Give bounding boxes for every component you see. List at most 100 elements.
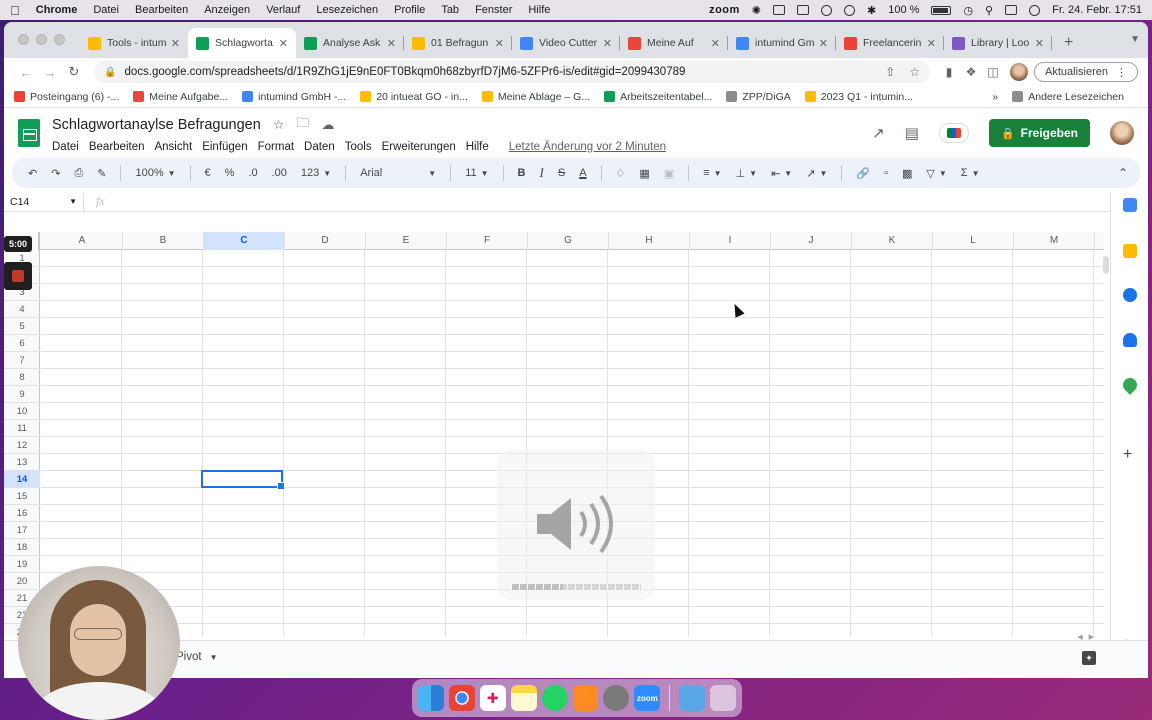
row-header[interactable]: 12 [4, 437, 40, 454]
spotlight-search-icon[interactable]: ⚲ [985, 4, 993, 17]
zoom-status-text[interactable]: zoom [709, 4, 740, 16]
row-header[interactable]: 7 [4, 352, 40, 369]
docmenu-bearbeiten[interactable]: Bearbeiten [89, 141, 145, 153]
column-header[interactable]: J [771, 232, 852, 250]
contacts-icon[interactable] [1123, 333, 1137, 347]
fill-color-icon[interactable]: ♢ [616, 167, 626, 180]
bookmark-item[interactable]: Meine Aufgabe... [133, 91, 228, 103]
menu-tab[interactable]: Tab [441, 4, 459, 16]
column-header[interactable]: A [42, 232, 123, 250]
bookmark-item[interactable]: 20 intueat GO - in... [360, 91, 468, 103]
row-header[interactable]: 5 [4, 318, 40, 335]
text-rotation-icon[interactable]: ↗ ▼ [806, 167, 827, 180]
siri-icon[interactable] [1029, 4, 1041, 16]
row-header[interactable]: 13 [4, 454, 40, 471]
docmenu-erweiterungen[interactable]: Erweiterungen [382, 141, 456, 153]
google-sheets-logo-icon[interactable] [18, 119, 40, 147]
explore-icon[interactable]: ✦ [1082, 651, 1096, 665]
notes-icon[interactable] [510, 685, 537, 711]
redo-icon[interactable]: ↷ [51, 167, 60, 180]
sheet-tab-pivot[interactable]: Pivot ▼ [176, 651, 218, 663]
row-header[interactable]: 4 [4, 301, 40, 318]
docmenu-tools[interactable]: Tools [345, 141, 372, 153]
row-header[interactable]: 16 [4, 505, 40, 522]
docmenu-hilfe[interactable]: Hilfe [466, 141, 489, 153]
scrollbar-thumb[interactable] [1103, 256, 1109, 274]
column-header[interactable]: M [1014, 232, 1095, 250]
browser-tab[interactable]: Freelancerin ✕ [836, 28, 944, 58]
row-header[interactable]: 11 [4, 420, 40, 437]
share-page-icon[interactable]: ⇧ [885, 65, 895, 79]
chrome-icon[interactable] [448, 685, 475, 711]
close-tab-icon[interactable]: ✕ [819, 37, 828, 50]
menu-lesezeichen[interactable]: Lesezeichen [316, 4, 378, 16]
close-tab-icon[interactable]: ✕ [495, 37, 504, 50]
column-header[interactable]: H [609, 232, 690, 250]
strikethrough-button[interactable]: S [558, 167, 565, 179]
stop-recording-button[interactable] [4, 262, 32, 290]
vertical-scrollbar[interactable] [1102, 250, 1110, 640]
extensions-puzzle-icon[interactable]: ❖ [960, 65, 982, 79]
minimize-window-button[interactable] [36, 34, 47, 45]
add-addon-plus-icon[interactable]: + [1123, 446, 1132, 464]
text-color-button[interactable]: A [579, 167, 586, 179]
wifi-icon[interactable]: ◷ [963, 4, 973, 17]
row-header[interactable]: 8 [4, 369, 40, 386]
browser-tab[interactable]: Library | Loo ✕ [944, 28, 1052, 58]
font-family-select[interactable]: Arial ▼ [360, 167, 436, 179]
percent-format-button[interactable]: % [225, 167, 235, 179]
play-icon[interactable] [821, 4, 833, 16]
row-header[interactable]: 17 [4, 522, 40, 539]
extension-a-icon[interactable]: ▮ [938, 65, 960, 79]
more-bookmarks-chevron-icon[interactable]: » [992, 91, 998, 103]
airdrop-icon[interactable] [844, 4, 856, 16]
chevron-down-icon[interactable]: ▼ [210, 653, 218, 662]
meet-icon[interactable] [938, 123, 969, 143]
doc-title[interactable]: Schlagwortanaylse Befragungen [52, 117, 261, 133]
keep-icon[interactable] [1123, 244, 1137, 258]
insert-comment-icon[interactable]: ▫ [884, 167, 888, 179]
text-wrap-icon[interactable]: ⇤ ▼ [771, 167, 792, 180]
system-settings-icon[interactable] [603, 685, 630, 711]
finder-icon[interactable] [418, 685, 444, 711]
docmenu-einfuegen[interactable]: Einfügen [202, 141, 247, 153]
pages-icon[interactable] [572, 685, 599, 711]
bluetooth-icon[interactable]: ✱ [867, 4, 876, 17]
row-header[interactable]: 18 [4, 539, 40, 556]
move-folder-icon[interactable]: 🗀 [296, 114, 309, 136]
menu-app-name[interactable]: Chrome [36, 4, 78, 16]
functions-icon[interactable]: Σ ▼ [961, 167, 980, 179]
vertical-align-icon[interactable]: ⊥ ▼ [736, 167, 758, 180]
account-avatar[interactable] [1110, 121, 1134, 145]
row-header[interactable]: 6 [4, 335, 40, 352]
horizontal-align-icon[interactable]: ≡ ▼ [703, 167, 721, 179]
row-header[interactable]: 10 [4, 403, 40, 420]
bookmark-item[interactable]: Posteingang (6) -... [14, 91, 119, 103]
browser-tab[interactable]: Analyse Ask ✕ [296, 28, 404, 58]
italic-button[interactable]: I [540, 165, 544, 181]
merge-cells-icon[interactable]: ▣ [664, 167, 674, 180]
zoom-select[interactable]: 100% ▼ [135, 167, 175, 179]
forward-arrow-icon[interactable]: → [38, 65, 62, 80]
menu-profile[interactable]: Profile [394, 4, 425, 16]
clock-datetime[interactable]: Fr. 24. Febr. 17:51 [1052, 4, 1142, 16]
column-header[interactable]: I [690, 232, 771, 250]
browser-tab[interactable]: Tools - intum ✕ [80, 28, 188, 58]
address-bar[interactable]: 🔒 docs.google.com/spreadsheets/d/1R9ZhG1… [94, 61, 931, 83]
cloud-status-icon[interactable]: ☁ [321, 117, 334, 133]
row-header[interactable]: 9 [4, 386, 40, 403]
bookmark-item[interactable]: ZPP/DiGA [726, 91, 791, 103]
downloads-folder-icon[interactable] [679, 685, 706, 711]
close-tab-icon[interactable]: ✕ [387, 37, 396, 50]
column-header[interactable]: G [528, 232, 609, 250]
browser-tab[interactable]: Schlagworta ✕ [188, 28, 296, 58]
menu-hilfe[interactable]: Hilfe [528, 4, 550, 16]
calendar-icon[interactable] [1123, 198, 1137, 212]
star-icon[interactable]: ☆ [273, 117, 285, 133]
number-format-select[interactable]: 123 ▼ [301, 167, 331, 179]
apple-menu-icon[interactable]:  [10, 3, 20, 18]
url-text[interactable]: docs.google.com/spreadsheets/d/1R9ZhG1jE… [124, 66, 871, 78]
menu-datei[interactable]: Datei [93, 4, 119, 16]
currency-format-button[interactable]: € [205, 167, 211, 179]
docmenu-datei[interactable]: Datei [52, 141, 79, 153]
